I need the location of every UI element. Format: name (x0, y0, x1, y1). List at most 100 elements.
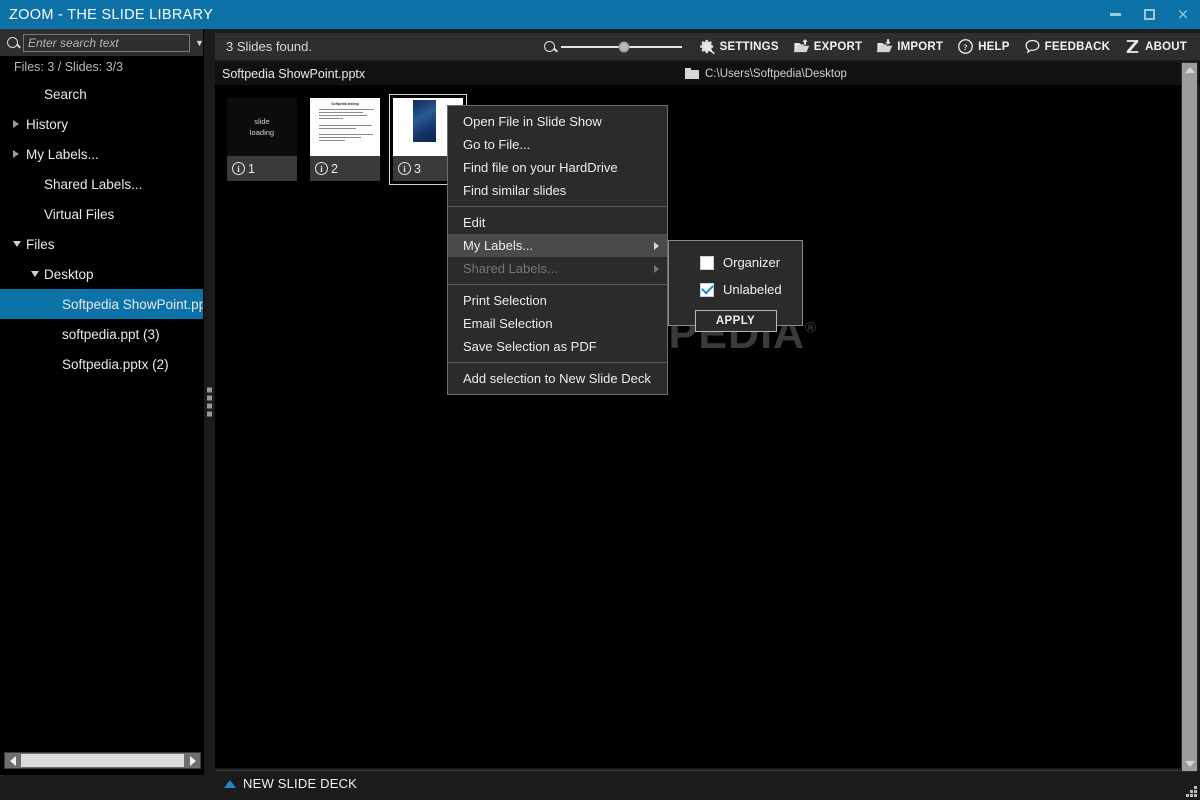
menu-item-save-selection-as-pdf[interactable]: Save Selection as PDF (448, 335, 667, 358)
menu-item-print-selection[interactable]: Print Selection (448, 289, 667, 312)
menu-item-email-selection[interactable]: Email Selection (448, 312, 667, 335)
splitter-grip-icon (207, 387, 212, 417)
scrollbar-thumb[interactable] (21, 754, 184, 767)
minimize-button[interactable] (1098, 0, 1132, 29)
sidebar-item-my-labels[interactable]: My Labels... (0, 139, 203, 169)
file-stats: Files: 3 / Slides: 3/3 (14, 60, 124, 74)
sidebar-item-softpedia-showpoint-pptx-3[interactable]: Softpedia ShowPoint.pptx (3) (0, 289, 203, 319)
scroll-up-icon[interactable] (1184, 67, 1195, 73)
sidebar-item-softpedia-ppt-3[interactable]: softpedia.ppt (3) (0, 319, 203, 349)
menu-item-label: Print Selection (463, 293, 547, 308)
settings-button[interactable]: SETTINGS (692, 33, 786, 60)
sidebar-item-files[interactable]: Files (0, 229, 203, 259)
label-option-row[interactable]: Unlabeled (669, 276, 802, 303)
menu-item-go-to-file[interactable]: Go to File... (448, 133, 667, 156)
panel-splitter[interactable] (204, 29, 215, 775)
menu-item-label: Go to File... (463, 137, 531, 152)
chevron-right-icon[interactable] (13, 150, 19, 158)
question-circle-icon: ? (958, 39, 973, 54)
slide-text-preview: Softpedia testing (310, 98, 380, 156)
expand-up-icon[interactable] (224, 779, 236, 788)
menu-item-open-file-in-slide-show[interactable]: Open File in Slide Show (448, 110, 667, 133)
sidebar-item-search[interactable]: Search (0, 79, 203, 109)
chevron-right-icon[interactable] (13, 120, 19, 128)
path-bar: Softpedia ShowPoint.pptx C:\Users\Softpe… (215, 62, 1200, 85)
info-icon[interactable]: i (315, 162, 328, 175)
sidebar-item-softpedia-pptx-2[interactable]: Softpedia.pptx (2) (0, 349, 203, 379)
scroll-down-icon[interactable] (1184, 761, 1195, 767)
sidebar-item-label: Shared Labels... (44, 176, 143, 192)
minimize-icon (1109, 13, 1121, 16)
sidebar-item-label: My Labels... (26, 146, 99, 162)
slide-thumbnail[interactable]: slide loading i 1 (227, 98, 297, 181)
slide-number: 1 (248, 161, 255, 176)
menu-item-find-file-on-your-harddrive[interactable]: Find file on your HardDrive (448, 156, 667, 179)
slide-bullet-line (319, 137, 361, 139)
close-button[interactable]: × (1166, 0, 1200, 29)
export-folder-icon (793, 39, 809, 53)
checkbox-unchecked-icon[interactable] (700, 255, 714, 270)
checkbox-checked-icon[interactable] (700, 282, 714, 297)
sidebar-item-desktop[interactable]: Desktop (0, 259, 203, 289)
slide-thumbnail[interactable]: Softpedia testing i 2 (310, 98, 380, 181)
content-vertical-scrollbar[interactable] (1181, 62, 1198, 772)
search-dropdown-icon[interactable]: ▼ (195, 38, 204, 48)
toolbar: 3 Slides found. SETTINGS EXPORT IMPORT ?… (215, 33, 1200, 60)
sidebar-item-shared-labels[interactable]: Shared Labels... (0, 169, 203, 199)
slide-info-bar: i1 (227, 156, 297, 181)
slide-image-graphic (412, 100, 437, 143)
watermark-mark: ® (805, 319, 818, 337)
menu-item-my-labels[interactable]: My Labels... (448, 234, 667, 257)
menu-item-label: Shared Labels... (463, 261, 558, 276)
chevron-left-icon (9, 755, 16, 766)
magnifier-icon (543, 41, 555, 52)
info-icon[interactable]: i (398, 162, 411, 175)
help-button[interactable]: ? HELP (950, 33, 1016, 60)
menu-item-label: Add selection to New Slide Deck (463, 371, 651, 386)
help-label: HELP (978, 40, 1010, 53)
menu-separator (448, 362, 667, 363)
chevron-down-icon[interactable] (13, 241, 21, 247)
scroll-right-button[interactable] (185, 753, 200, 768)
zoom-z-icon (1126, 40, 1139, 53)
speech-bubble-icon (1025, 39, 1040, 54)
submenu-arrow-icon (654, 264, 659, 273)
menu-item-edit[interactable]: Edit (448, 211, 667, 234)
file-location[interactable]: C:\Users\Softpedia\Desktop (685, 68, 847, 80)
menu-item-find-similar-slides[interactable]: Find similar slides (448, 179, 667, 202)
zoom-slider-track[interactable] (560, 41, 682, 52)
results-status: 3 Slides found. (226, 39, 313, 54)
maximize-button[interactable] (1132, 0, 1166, 29)
menu-item-shared-labels: Shared Labels... (448, 257, 667, 280)
sidebar-item-label: Softpedia.pptx (2) (62, 356, 169, 372)
new-slide-deck-label: NEW SLIDE DECK (243, 776, 358, 791)
about-button[interactable]: ABOUT (1117, 33, 1194, 60)
zoom-slider-handle[interactable] (618, 41, 629, 52)
chevron-down-icon[interactable] (31, 271, 39, 277)
search-input[interactable] (23, 33, 190, 52)
sidebar-item-label: Search (44, 86, 87, 102)
zoom-slider[interactable] (543, 41, 682, 52)
scroll-left-button[interactable] (5, 753, 20, 768)
apply-button[interactable]: APPLY (694, 310, 777, 332)
resize-grip-icon[interactable] (1185, 785, 1197, 797)
new-slide-deck-bar[interactable]: NEW SLIDE DECK (215, 770, 1181, 796)
window-title: ZOOM - THE SLIDE LIBRARY (9, 6, 214, 23)
info-icon[interactable]: i (232, 162, 245, 175)
sidebar-item-virtual-files[interactable]: Virtual Files (0, 199, 203, 229)
feedback-button[interactable]: FEEDBACK (1017, 33, 1118, 60)
slide-preview: Softpedia testing (310, 98, 380, 156)
menu-separator (448, 206, 667, 207)
import-button[interactable]: IMPORT (869, 33, 950, 60)
label-option-row[interactable]: Organizer (669, 249, 802, 276)
sidebar: ▼ ✕ Files: 3 / Slides: 3/3 Search History… (0, 29, 232, 775)
menu-item-add-selection-to-new-slide-deck[interactable]: Add selection to New Slide Deck (448, 367, 667, 390)
import-folder-icon (876, 39, 893, 53)
menu-item-label: Edit (463, 215, 486, 230)
sidebar-horizontal-scrollbar[interactable] (4, 752, 201, 769)
label-option-text: Organizer (723, 255, 781, 270)
export-button[interactable]: EXPORT (786, 33, 870, 60)
search-bar: ▼ ✕ (0, 29, 232, 56)
sidebar-item-history[interactable]: History (0, 109, 203, 139)
chevron-right-icon (189, 755, 196, 766)
